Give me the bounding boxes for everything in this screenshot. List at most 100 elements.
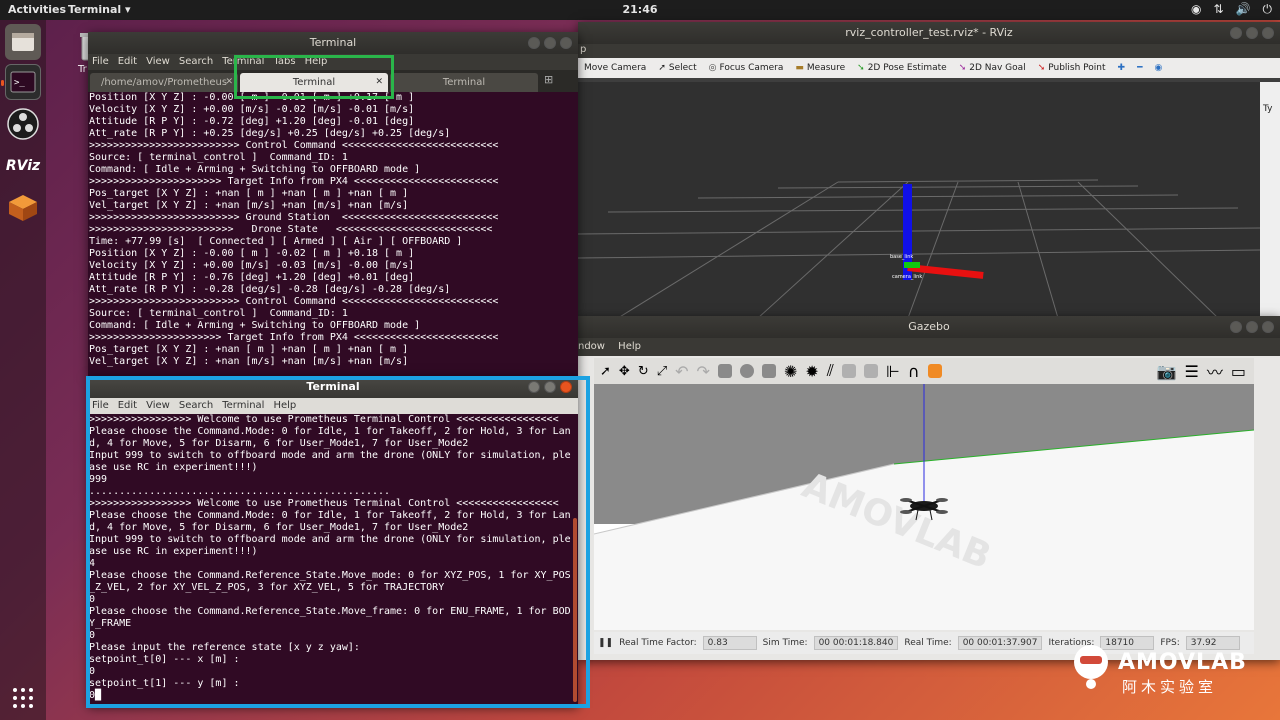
menu-terminal[interactable]: Terminal — [222, 54, 264, 70]
directional-light-icon[interactable]: ⫽ — [827, 361, 834, 381]
terminal-line: d, 4 for Move, 5 for Disarm, 6 for User_… — [89, 438, 469, 449]
gazebo-title: Gazebo — [908, 320, 950, 333]
green-arrow-icon: ➘ — [857, 63, 865, 73]
tab-terminal-active[interactable]: Terminal ✕ — [240, 73, 388, 92]
box-shape-icon[interactable] — [717, 364, 732, 378]
terminal-titlebar[interactable]: Terminal — [88, 32, 578, 54]
menu-window[interactable]: ndow — [578, 341, 605, 352]
tool-focus-camera[interactable]: ◎ Focus Camera — [709, 63, 784, 73]
minimize-button[interactable] — [1230, 27, 1242, 39]
new-tab-icon[interactable]: ⊞ — [544, 73, 553, 92]
spot-light-icon[interactable]: ✹ — [805, 362, 818, 381]
video-icon[interactable]: ▭ — [1231, 362, 1246, 381]
eye-icon[interactable]: ◉ — [1155, 63, 1163, 73]
menu-view[interactable]: View — [146, 54, 170, 70]
sphere-shape-icon[interactable] — [739, 364, 754, 378]
menu-tabs[interactable]: Tabs — [273, 54, 295, 70]
clock[interactable]: 21:46 — [622, 3, 657, 16]
redo-icon[interactable]: ↷ — [697, 362, 710, 381]
menu-file[interactable]: File — [92, 54, 109, 70]
power-icon[interactable]: ⏻ — [1263, 2, 1273, 17]
terminal-line: ........................................… — [89, 486, 391, 497]
menu-search[interactable]: Search — [179, 54, 213, 70]
menu-edit[interactable]: Edit — [118, 54, 137, 70]
paste-icon[interactable] — [863, 364, 878, 378]
system-tray[interactable]: ◉ ⇅ 🔊 ⏻ — [1191, 2, 1272, 17]
rviz-window: rviz_controller_test.rviz* - RViz p Move… — [578, 22, 1280, 318]
tool-2d-pose-estimate[interactable]: ➘ 2D Pose Estimate — [857, 63, 947, 73]
rviz-titlebar[interactable]: rviz_controller_test.rviz* - RViz — [578, 22, 1280, 44]
terminal-scrollbar[interactable] — [573, 518, 577, 702]
close-button[interactable] — [560, 37, 572, 49]
tool-2d-nav-goal[interactable]: ➘ 2D Nav Goal — [959, 63, 1026, 73]
screenshot-icon[interactable]: 📷 — [1157, 362, 1177, 381]
purple-arrow-icon: ➘ — [958, 63, 967, 73]
menu-search[interactable]: Search — [179, 398, 213, 414]
software-icon[interactable] — [5, 190, 41, 226]
tool-move-camera[interactable]: Move Camera — [584, 63, 646, 73]
terminal-output[interactable]: Position [X Y Z] : -0.00 [ m ] -0.01 [ m… — [88, 92, 578, 376]
tab-terminal[interactable]: Terminal — [390, 73, 538, 92]
tool-measure[interactable]: ▬ Measure — [795, 63, 845, 73]
obs-icon[interactable] — [5, 106, 41, 142]
terminal-icon[interactable]: >_ — [5, 64, 41, 100]
gazebo-3d-scene[interactable]: AMOVLAB — [594, 384, 1254, 630]
point-light-icon[interactable]: ✺ — [784, 362, 797, 381]
close-button[interactable] — [1262, 321, 1274, 333]
rotate-mode-icon[interactable]: ↻ — [638, 364, 649, 379]
maximize-button[interactable] — [544, 381, 556, 393]
undo-icon[interactable]: ↶ — [675, 362, 688, 381]
menu-view[interactable]: View — [146, 398, 170, 414]
pause-icon[interactable]: ❚❚ — [598, 638, 613, 648]
maximize-button[interactable] — [544, 37, 556, 49]
maximize-button[interactable] — [1246, 321, 1258, 333]
menu-help[interactable]: Help — [273, 398, 296, 414]
align-icon[interactable]: ⊩ — [886, 362, 900, 381]
plus-icon[interactable]: ✚ — [1118, 63, 1126, 73]
menu-edit[interactable]: Edit — [118, 398, 137, 414]
help-circle-icon[interactable]: ◉ — [1191, 2, 1201, 17]
apps-grid-icon[interactable] — [5, 680, 41, 716]
volume-icon[interactable]: 🔊 — [1236, 2, 1251, 17]
tool-publish-point[interactable]: ➘ Publish Point — [1038, 63, 1106, 73]
terminal-titlebar[interactable]: Terminal — [88, 376, 578, 398]
activities-button[interactable]: Activities — [8, 3, 66, 16]
copy-icon[interactable] — [841, 364, 856, 378]
log-icon[interactable]: ☰ — [1185, 362, 1199, 381]
terminal-line: Please choose the Command.Mode: 0 for Id… — [89, 426, 571, 437]
gazebo-titlebar[interactable]: Gazebo — [578, 316, 1280, 338]
files-icon[interactable] — [5, 24, 41, 60]
rviz-3d-view[interactable]: base_link camera_link — [578, 82, 1260, 318]
rviz-icon[interactable]: RViz — [5, 148, 41, 184]
close-icon[interactable]: ✕ — [375, 73, 383, 92]
menu-help[interactable]: Help — [305, 54, 328, 70]
tab-prometheus[interactable]: /home/amov/Prometheus ✕ — [90, 73, 238, 92]
cylinder-shape-icon[interactable] — [761, 364, 776, 378]
network-icon[interactable]: ⇅ — [1213, 2, 1223, 17]
rviz-menu-fragment[interactable]: p — [580, 44, 586, 55]
select-mode-icon[interactable]: ➚ — [600, 364, 611, 379]
minimize-button[interactable] — [528, 37, 540, 49]
plot-icon[interactable]: 〰 — [1207, 359, 1223, 383]
minimize-button[interactable] — [528, 381, 540, 393]
maximize-button[interactable] — [1246, 27, 1258, 39]
menu-help[interactable]: Help — [618, 341, 641, 352]
minus-icon[interactable]: ━ — [1137, 63, 1142, 73]
terminal-line: >>>>>>>>>>>>>>>>>>>>>>>>> Control Comman… — [89, 140, 499, 151]
minimize-button[interactable] — [1230, 321, 1242, 333]
close-button[interactable] — [1262, 27, 1274, 39]
snap-icon[interactable]: ∩ — [908, 362, 920, 381]
scale-mode-icon[interactable]: ⤢ — [657, 364, 667, 379]
app-menu[interactable]: Terminal ▾ — [68, 3, 131, 16]
tool-label: 2D Pose Estimate — [867, 63, 947, 73]
menu-terminal[interactable]: Terminal — [222, 398, 264, 414]
translate-mode-icon[interactable]: ✥ — [619, 364, 630, 379]
tool-select[interactable]: ➚ Select — [658, 63, 696, 73]
orange-view-icon[interactable] — [927, 364, 942, 378]
menu-file[interactable]: File — [92, 398, 109, 414]
terminal-output[interactable]: >>>>>>>>>>>>>>>>> Welcome to use Prometh… — [88, 414, 578, 706]
rviz-side-panel[interactable]: Ty — [1260, 82, 1280, 318]
close-button[interactable] — [560, 381, 572, 393]
terminal-line: >>>>>>>>>>>>>>>>> Welcome to use Prometh… — [89, 498, 559, 509]
close-icon[interactable]: ✕ — [225, 73, 233, 92]
